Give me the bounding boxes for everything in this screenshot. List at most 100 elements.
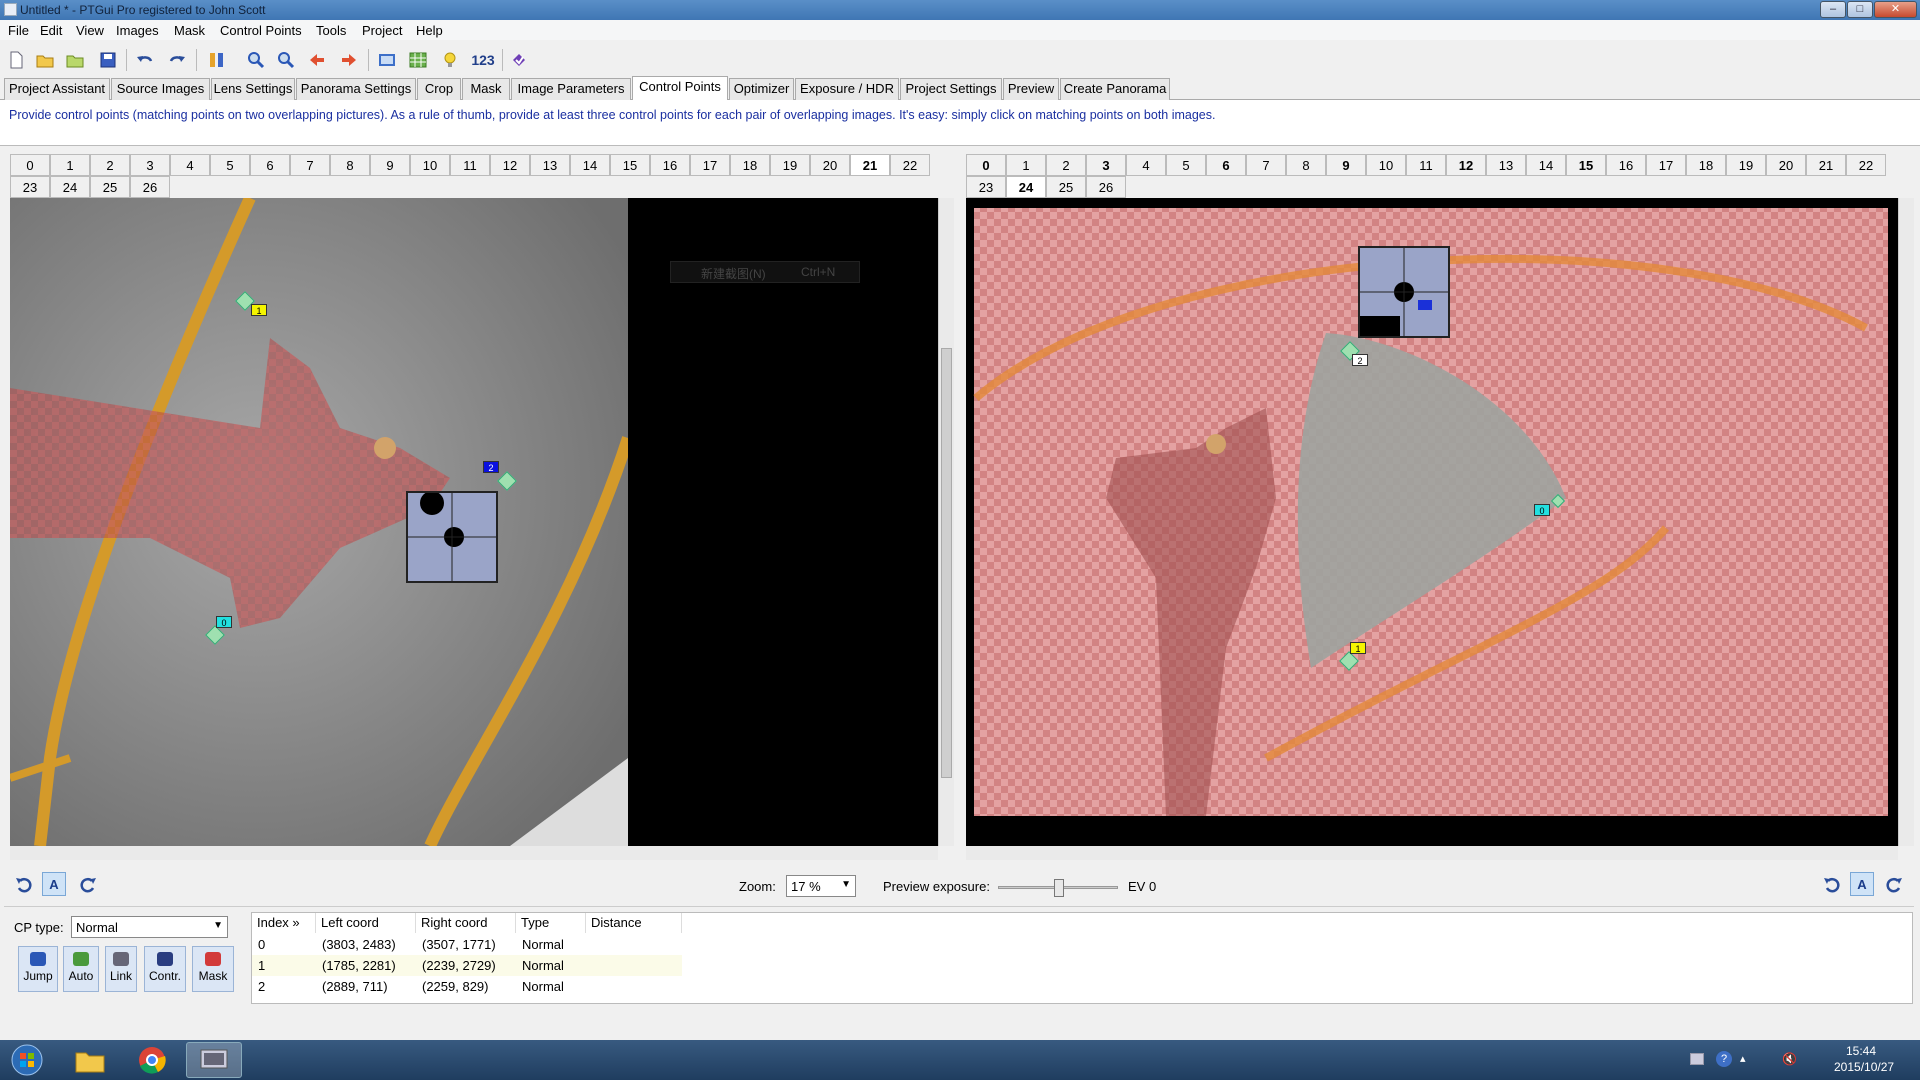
clock-date[interactable]: 2015/10/27	[1834, 1060, 1894, 1074]
close-button[interactable]: ✕	[1874, 1, 1917, 18]
tab-project-settings[interactable]: Project Settings	[900, 78, 1002, 100]
image-tab-14[interactable]: 14	[1526, 154, 1566, 176]
image-tab-5[interactable]: 5	[1166, 154, 1206, 176]
image-tab-12[interactable]: 12	[490, 154, 530, 176]
control-point-label[interactable]: 1	[251, 304, 267, 316]
image-tab-7[interactable]: 7	[1246, 154, 1286, 176]
image-tab-10[interactable]: 10	[410, 154, 450, 176]
image-tab-25[interactable]: 25	[90, 176, 130, 198]
help-icon[interactable]: ?	[1716, 1051, 1732, 1067]
open-recent-icon[interactable]	[64, 49, 86, 71]
cp-type-select[interactable]: Normal ▼	[71, 916, 228, 938]
image-tab-1[interactable]: 1	[50, 154, 90, 176]
menu-images[interactable]: Images	[116, 23, 159, 38]
maximize-button[interactable]: □	[1847, 1, 1873, 18]
image-tab-1[interactable]: 1	[1006, 154, 1046, 176]
image-tab-2[interactable]: 2	[1046, 154, 1086, 176]
tab-mask[interactable]: Mask	[462, 78, 510, 100]
image-tab-16[interactable]: 16	[650, 154, 690, 176]
image-tab-20[interactable]: 20	[810, 154, 850, 176]
image-tab-16[interactable]: 16	[1606, 154, 1646, 176]
left-scroll-thumb[interactable]	[941, 348, 952, 778]
contr-button[interactable]: Contr.	[144, 946, 186, 992]
image-tab-11[interactable]: 11	[1406, 154, 1446, 176]
keyboard-icon[interactable]	[1690, 1053, 1704, 1065]
zoom-select[interactable]: 17 % ▼	[786, 875, 856, 897]
image-tab-12[interactable]: 12	[1446, 154, 1486, 176]
image-tab-11[interactable]: 11	[450, 154, 490, 176]
image-tab-13[interactable]: 13	[1486, 154, 1526, 176]
ptgui-task-icon[interactable]	[186, 1042, 242, 1078]
tab-preview[interactable]: Preview	[1003, 78, 1059, 100]
image-tab-3[interactable]: 3	[1086, 154, 1126, 176]
tab-exposure-hdr[interactable]: Exposure / HDR	[795, 78, 899, 100]
mask-button[interactable]: Mask	[192, 946, 234, 992]
menu-file[interactable]: File	[8, 23, 29, 38]
column-header-right-coord[interactable]: Right coord	[416, 913, 516, 933]
rotate-left-icon[interactable]	[12, 872, 36, 896]
menu-help[interactable]: Help	[416, 23, 443, 38]
control-point-label[interactable]: 2	[1352, 354, 1368, 366]
image-tab-4[interactable]: 4	[170, 154, 210, 176]
image-tab-18[interactable]: 18	[1686, 154, 1726, 176]
numbering-toggle[interactable]: 123	[468, 49, 498, 71]
exposure-slider[interactable]	[998, 879, 1118, 897]
control-point-label[interactable]: 0	[216, 616, 232, 628]
tab-optimizer[interactable]: Optimizer	[729, 78, 794, 100]
image-tab-18[interactable]: 18	[730, 154, 770, 176]
auto-align-toggle[interactable]: A	[42, 872, 66, 896]
tab-control-points[interactable]: Control Points	[632, 76, 728, 101]
panorama-editor-icon[interactable]	[376, 49, 398, 71]
publish-icon[interactable]	[508, 49, 530, 71]
rotate-right-icon[interactable]	[76, 872, 100, 896]
exposure-slider-thumb[interactable]	[1054, 879, 1064, 897]
column-header-left-coord[interactable]: Left coord	[316, 913, 416, 933]
right-vertical-scrollbar[interactable]	[1898, 198, 1914, 846]
control-point-label[interactable]: 1	[1350, 642, 1366, 654]
image-tab-15[interactable]: 15	[610, 154, 650, 176]
tab-panorama-settings[interactable]: Panorama Settings	[296, 78, 416, 100]
image-tab-25[interactable]: 25	[1046, 176, 1086, 198]
image-tab-19[interactable]: 19	[770, 154, 810, 176]
new-file-icon[interactable]	[5, 49, 27, 71]
control-points-tool-icon[interactable]	[206, 49, 228, 71]
menu-tools[interactable]: Tools	[316, 23, 346, 38]
jump-button[interactable]: Jump	[18, 946, 58, 992]
image-tab-3[interactable]: 3	[130, 154, 170, 176]
zoom-out-icon[interactable]	[275, 49, 297, 71]
link-button[interactable]: Link	[105, 946, 137, 992]
image-tab-24[interactable]: 24	[1006, 176, 1046, 198]
image-tab-2[interactable]: 2	[90, 154, 130, 176]
table-icon[interactable]	[407, 49, 429, 71]
start-button[interactable]	[2, 1042, 52, 1078]
table-row[interactable]: 1 (1785, 2281) (2239, 2729) Normal	[252, 955, 682, 976]
image-tab-9[interactable]: 9	[1326, 154, 1366, 176]
table-row[interactable]: 0 (3803, 2483) (3507, 1771) Normal	[252, 934, 682, 955]
open-folder-icon[interactable]	[34, 49, 56, 71]
file-explorer-icon[interactable]	[62, 1042, 118, 1078]
menu-edit[interactable]: Edit	[40, 23, 62, 38]
image-tab-19[interactable]: 19	[1726, 154, 1766, 176]
image-tab-17[interactable]: 17	[1646, 154, 1686, 176]
clock-time[interactable]: 15:44	[1846, 1044, 1876, 1058]
control-points-table[interactable]: Index » Left coord Right coord Type Dist…	[251, 912, 1913, 1004]
image-tab-26[interactable]: 26	[1086, 176, 1126, 198]
image-tab-5[interactable]: 5	[210, 154, 250, 176]
redo-icon[interactable]	[166, 49, 188, 71]
lightbulb-icon[interactable]	[439, 49, 461, 71]
rotate-right-icon[interactable]	[1882, 872, 1906, 896]
image-tab-22[interactable]: 22	[890, 154, 930, 176]
image-tab-22[interactable]: 22	[1846, 154, 1886, 176]
image-tab-23[interactable]: 23	[10, 176, 50, 198]
image-tab-0[interactable]: 0	[966, 154, 1006, 176]
menu-project[interactable]: Project	[362, 23, 402, 38]
tab-image-parameters[interactable]: Image Parameters	[511, 78, 631, 100]
rotate-left-icon[interactable]	[1820, 872, 1844, 896]
image-tab-15[interactable]: 15	[1566, 154, 1606, 176]
image-tab-14[interactable]: 14	[570, 154, 610, 176]
auto-button[interactable]: Auto	[63, 946, 99, 992]
image-tab-9[interactable]: 9	[370, 154, 410, 176]
image-tab-24[interactable]: 24	[50, 176, 90, 198]
image-tab-17[interactable]: 17	[690, 154, 730, 176]
image-tab-7[interactable]: 7	[290, 154, 330, 176]
